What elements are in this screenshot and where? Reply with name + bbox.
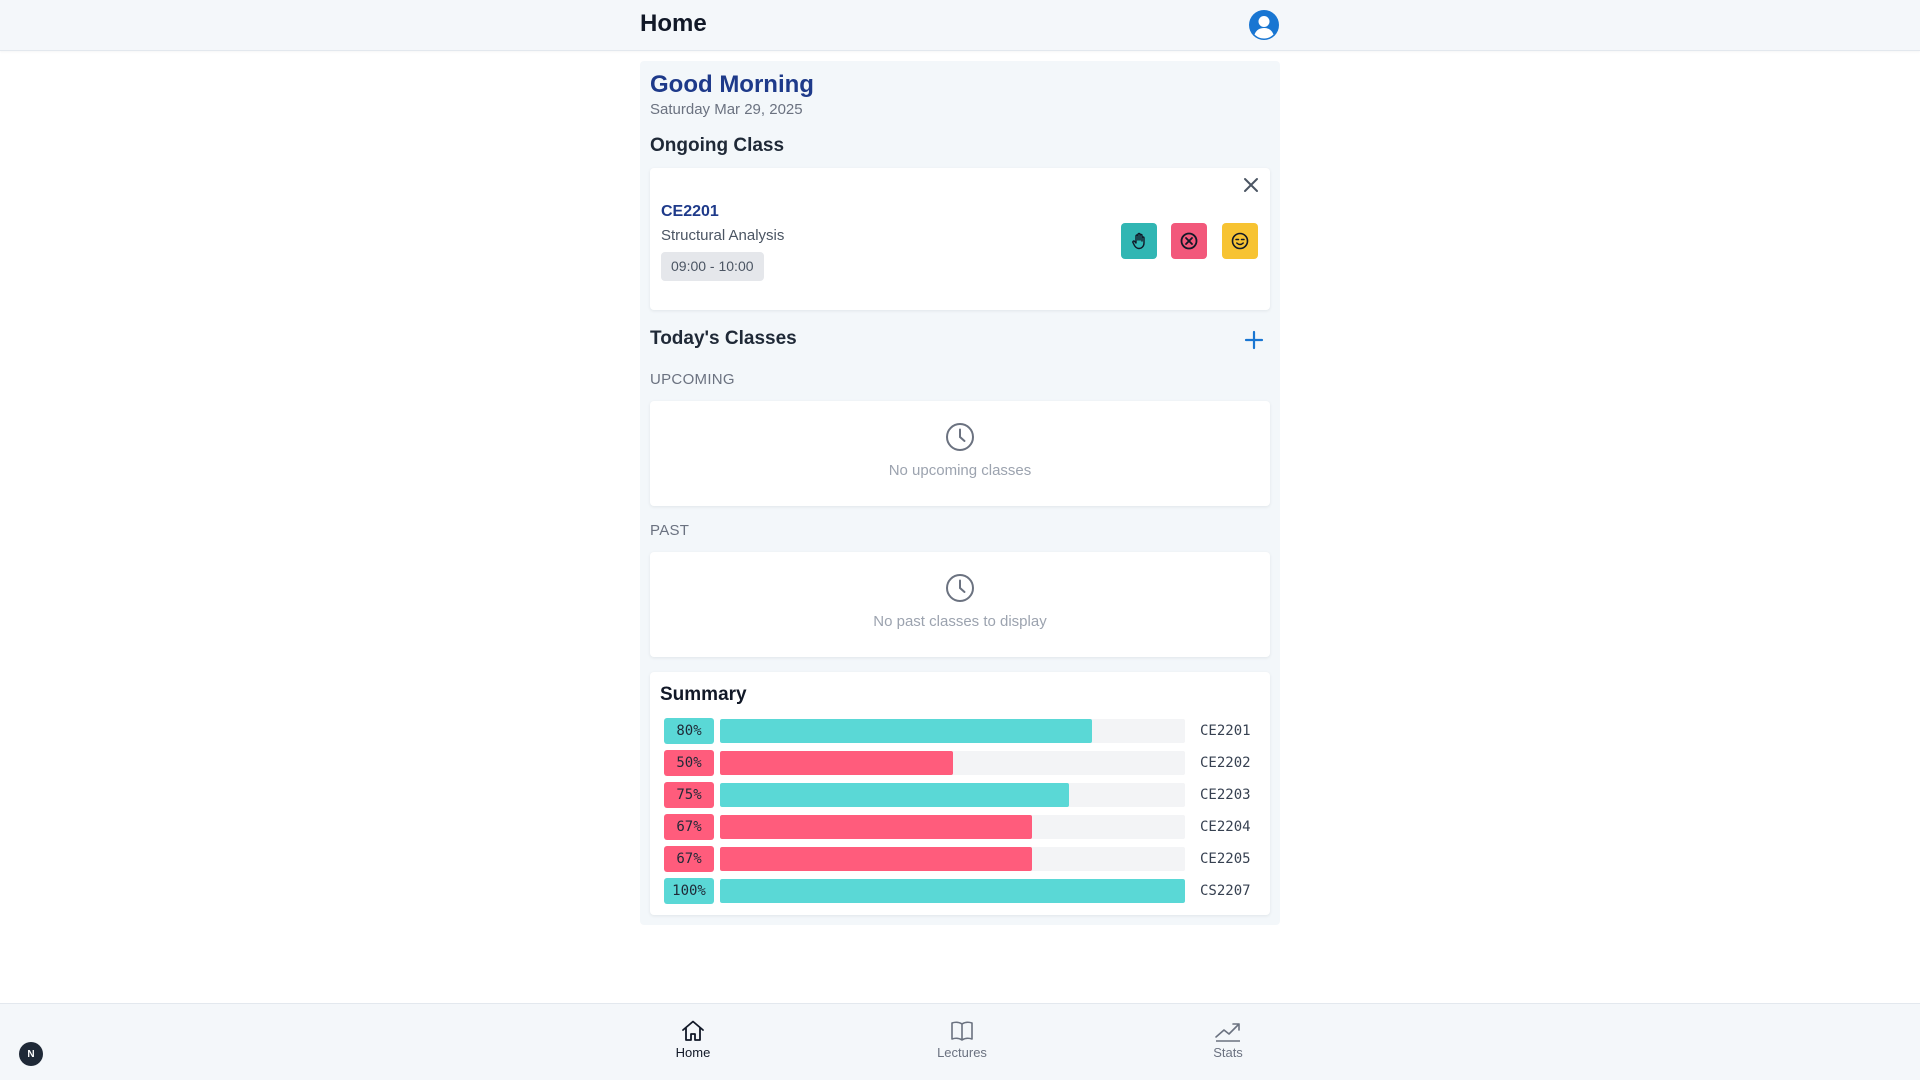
summary-row: 50% CE2202 [664, 750, 1264, 776]
attendance-bar-fill [720, 879, 1185, 903]
trending-up-icon [1215, 1023, 1240, 1042]
attendance-percent-badge: 80% [664, 718, 714, 744]
attendance-bar-fill [720, 783, 1069, 807]
upcoming-label: UPCOMING [650, 371, 735, 388]
attendance-bar-fill [720, 815, 1032, 839]
course-code: CE2204 [1200, 819, 1251, 835]
attendance-percent-badge: 100% [664, 878, 714, 904]
ongoing-class-card: CE2201 Structural Analysis 09:00 - 10:00 [650, 168, 1270, 310]
face-icon [1231, 232, 1249, 250]
attendance-bar-fill [720, 847, 1032, 871]
nav-home-label: Home [675, 1045, 711, 1060]
greeting-text: Good Morning [650, 71, 814, 98]
add-class-icon[interactable] [1243, 329, 1265, 351]
course-code: CE2201 [1200, 723, 1251, 739]
clock-icon [946, 423, 974, 451]
todays-classes-heading: Today's Classes [650, 328, 797, 349]
attendance-percent-badge: 50% [664, 750, 714, 776]
summary-row: 100% CS2207 [664, 878, 1264, 904]
attendance-bar-track [720, 751, 1185, 775]
summary-row: 75% CE2203 [664, 782, 1264, 808]
summary-title: Summary [660, 684, 747, 705]
ongoing-class-heading: Ongoing Class [650, 135, 785, 156]
top-app-bar: Home [0, 0, 1920, 51]
nav-stats[interactable]: Stats [1168, 1019, 1288, 1060]
attendance-bar-fill [720, 751, 953, 775]
past-empty-message: No past classes to display [873, 613, 1047, 630]
bottom-navigation: N Home Lectures Stats [0, 1003, 1920, 1080]
nav-home[interactable]: Home [633, 1019, 753, 1060]
attendance-bar-track [720, 815, 1185, 839]
past-classes-card: No past classes to display [650, 552, 1270, 657]
hand-icon [1132, 232, 1145, 250]
page-title: Home [640, 10, 707, 37]
attendance-percent-badge: 67% [664, 814, 714, 840]
course-code: CS2207 [1200, 883, 1251, 899]
book-open-icon [951, 1021, 973, 1041]
mark-present-button[interactable] [1121, 223, 1157, 259]
attendance-bar-track [720, 847, 1185, 871]
class-time-badge: 09:00 - 10:00 [661, 252, 764, 281]
attendance-bar-fill [720, 719, 1092, 743]
upcoming-empty-message: No upcoming classes [888, 462, 1032, 479]
nav-stats-label: Stats [1213, 1045, 1243, 1060]
attendance-bar-track [720, 879, 1185, 903]
course-code: CE2203 [1200, 787, 1251, 803]
nav-lectures-label: Lectures [937, 1045, 987, 1060]
nav-lectures[interactable]: Lectures [902, 1019, 1022, 1060]
summary-row: 67% CE2205 [664, 846, 1264, 872]
user-circle-icon[interactable] [1248, 9, 1280, 41]
course-code: CE2205 [1200, 851, 1251, 867]
home-panel: Good Morning Saturday Mar 29, 2025 Ongoi… [640, 61, 1280, 925]
attendance-bar-track [720, 719, 1185, 743]
attendance-bar-track [720, 783, 1185, 807]
attendance-percent-badge: 67% [664, 846, 714, 872]
mark-excused-button[interactable] [1222, 223, 1258, 259]
summary-row: 80% CE2201 [664, 718, 1264, 744]
summary-row: 67% CE2204 [664, 814, 1264, 840]
upcoming-classes-card: No upcoming classes [650, 401, 1270, 506]
attendance-percent-badge: 75% [664, 782, 714, 808]
course-code: CE2202 [1200, 755, 1251, 771]
past-label: PAST [650, 522, 690, 539]
attendance-summary-card: Summary 80% CE2201 50% CE2202 75% CE2203 67% CE… [650, 672, 1270, 915]
class-name: Structural Analysis [661, 227, 785, 244]
close-icon[interactable] [1240, 174, 1262, 196]
mark-absent-button[interactable] [1171, 223, 1207, 259]
x-circle-icon [1180, 232, 1198, 250]
current-date: Saturday Mar 29, 2025 [650, 101, 803, 118]
dev-badge[interactable]: N [19, 1042, 43, 1066]
class-code: CE2201 [661, 203, 719, 220]
clock-icon [946, 574, 974, 602]
home-icon [682, 1020, 704, 1041]
